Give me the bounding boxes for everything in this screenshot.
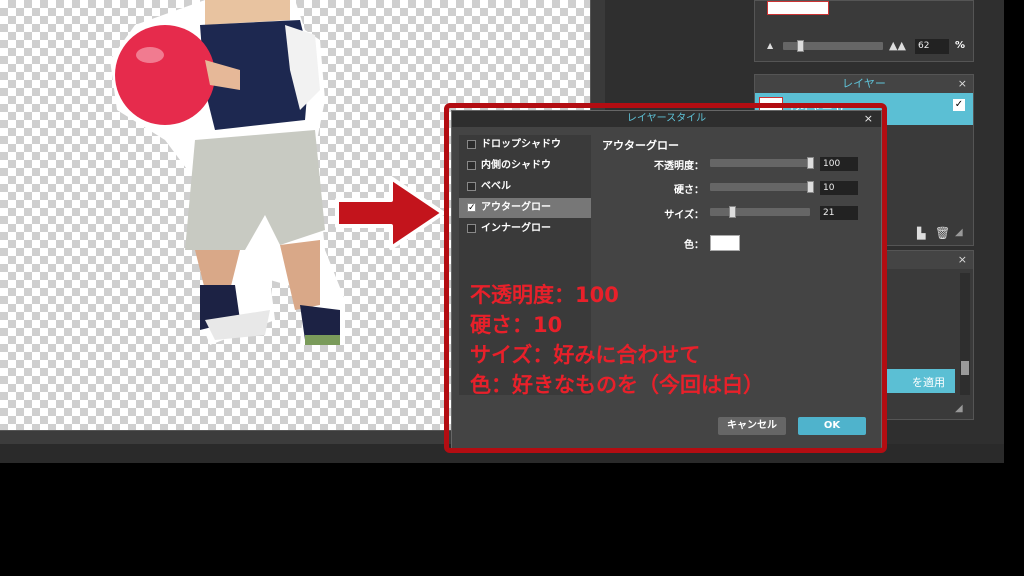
annotation-line-size: サイズ：好みに合わせて (470, 343, 701, 367)
zoom-out-icon[interactable]: ▲ (767, 41, 773, 50)
zoom-unit: % (955, 40, 966, 51)
highlight-border (444, 103, 887, 453)
layers-panel-header: レイヤー × (755, 75, 973, 93)
trash-icon[interactable]: 🗑 (935, 226, 950, 240)
history-scrollbar[interactable] (960, 273, 970, 395)
zoom-slider-thumb[interactable] (797, 40, 804, 52)
layers-panel-title: レイヤー (842, 77, 886, 90)
resize-grip-icon[interactable]: ◢ (955, 403, 963, 414)
new-layer-icon[interactable]: ▙ (917, 227, 925, 240)
close-icon[interactable]: × (958, 75, 967, 93)
annotation-line-hardness: 硬さ：10 (470, 313, 563, 337)
resize-grip-icon[interactable]: ◢ (955, 227, 963, 238)
zoom-in-icon[interactable]: ▲▲ (889, 39, 906, 52)
arrow-icon (335, 176, 445, 250)
close-icon[interactable]: × (958, 251, 967, 269)
history-item-label[interactable]: を適用 (912, 374, 945, 390)
zoom-value[interactable]: 62 (915, 39, 949, 54)
annotation-line-opacity: 不透明度：100 (470, 283, 619, 307)
history-scrollbar-thumb[interactable] (961, 361, 969, 375)
child-cutout-image (110, 0, 345, 345)
annotation-line-color: 色：好きなものを（今回は白） (470, 373, 764, 397)
navigator-panel: ▲ ▲▲ 62 % (754, 0, 974, 62)
navigator-thumbnail[interactable] (767, 1, 829, 15)
layer-visibility-checkbox[interactable]: ✓ (953, 99, 965, 111)
